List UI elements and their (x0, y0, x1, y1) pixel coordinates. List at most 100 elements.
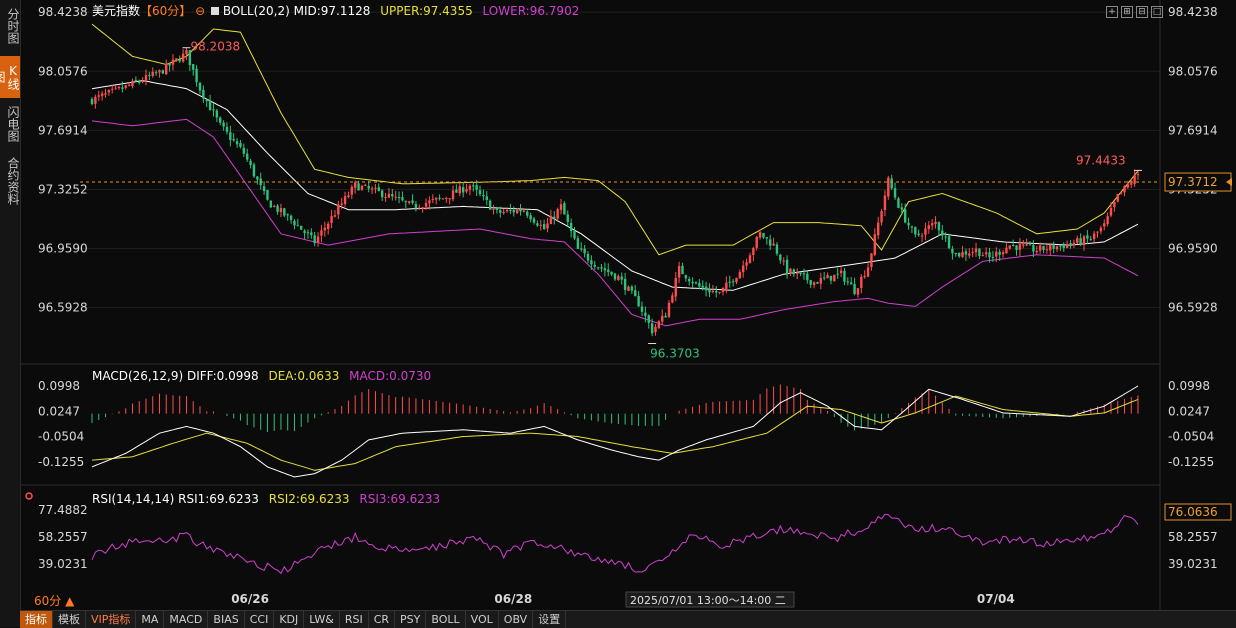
candle-body (546, 223, 549, 229)
zoom-out-icon[interactable]: ⊟ (1136, 6, 1148, 18)
toolbar-item-12[interactable]: BOLL (426, 611, 466, 628)
candle-body (876, 222, 880, 236)
candle-body (1099, 227, 1103, 232)
period-badge[interactable]: 【60分】 (140, 4, 191, 18)
toolbar-item-7[interactable]: KDJ (274, 611, 305, 628)
candle-body (1116, 193, 1119, 202)
candle-body (806, 273, 809, 281)
candle-body (711, 290, 715, 293)
candle-body (148, 75, 151, 77)
candle-body (475, 185, 478, 190)
crosshair-icon[interactable]: + (1106, 6, 1118, 18)
candle-body (458, 186, 461, 194)
candle-body (215, 110, 219, 118)
candle-body (944, 236, 947, 238)
toolbar-item-6[interactable]: CCI (245, 611, 275, 628)
candle-body (519, 209, 522, 212)
toolbar-item-15[interactable]: 设置 (533, 611, 567, 628)
candle-body (488, 200, 492, 210)
candle-body (107, 90, 111, 93)
candle-body (839, 270, 843, 274)
sidebar-tab-3[interactable]: 合约资料 (0, 150, 20, 212)
candle-body (833, 274, 836, 282)
boll-label: BOLL(20,2) (222, 4, 290, 18)
candle-body (377, 187, 381, 191)
candle-body (154, 72, 158, 74)
candle-body (708, 289, 711, 293)
time-axis-label: 07/04 (977, 592, 1015, 606)
toolbar-item-4[interactable]: MACD (164, 611, 209, 628)
candle-body (401, 197, 404, 201)
toolbar-item-8[interactable]: LW& (304, 611, 340, 628)
toolbar-item-14[interactable]: OBV (499, 611, 534, 628)
candle-body (256, 176, 259, 180)
sidebar-tab-2[interactable]: 闪电图 (0, 100, 20, 148)
sidebar-tab-1[interactable]: K线图 (0, 56, 20, 98)
candle-body (1069, 243, 1072, 245)
candle-body (472, 185, 475, 187)
price-axis-right-label: 97.6914 (1168, 123, 1218, 137)
candle-body (779, 254, 782, 261)
candle-body (1072, 242, 1076, 246)
candle-body (485, 196, 488, 201)
candle-body (849, 282, 853, 285)
candle-body (684, 275, 688, 279)
rsi-current-label: 76.0636 (1168, 505, 1218, 519)
candle-body (920, 235, 924, 237)
candle-body (644, 312, 647, 316)
price-axis-right-label: 96.5928 (1168, 301, 1218, 315)
candle-body (903, 209, 907, 223)
candle-body (796, 272, 799, 274)
fullscreen-icon[interactable]: □ (1151, 6, 1163, 18)
candle-body (468, 185, 472, 190)
candle-body (559, 204, 563, 210)
price-chart[interactable]: 98.4238 98.4238 98.0576 98.0576 97.6914 97.69… (20, 0, 1236, 610)
candle-body (1123, 186, 1126, 193)
current-price-label: 97.3712 (1168, 175, 1218, 189)
candle-body (313, 235, 316, 244)
candle-body (90, 98, 94, 104)
toolbar-item-13[interactable]: VOL (466, 611, 499, 628)
candle-body (961, 252, 964, 257)
candle-body (502, 211, 505, 214)
candle-body (306, 232, 310, 234)
macd-axis-left-label: 0.0247 (38, 404, 80, 418)
rsi-axis-right-label: 58.2557 (1168, 530, 1218, 544)
toolbar-item-3[interactable]: MA (136, 611, 165, 628)
candle-body (637, 295, 640, 307)
candle-body (522, 210, 526, 212)
candle-body (445, 197, 448, 199)
candle-body (212, 109, 215, 111)
price-axis-right-label: 98.0576 (1168, 64, 1218, 78)
candle-body (1005, 247, 1008, 254)
toolbar-item-11[interactable]: PSY (395, 611, 427, 628)
sidebar-tab-0[interactable]: 分时图 (0, 2, 20, 50)
candle-body (799, 272, 802, 274)
macd-axis-left-label: -0.1255 (38, 455, 84, 469)
candle-body (681, 265, 684, 275)
toolbar-item-0[interactable]: 指标 (20, 611, 53, 628)
toolbar-item-2[interactable]: VIP指标 (86, 611, 137, 628)
candle-body (111, 88, 114, 90)
candle-body (988, 252, 991, 258)
macd-header: MACD(26,12,9) DIFF:0.0998 DEA:0.0633 MAC… (92, 369, 431, 383)
candle-body (1113, 201, 1116, 208)
candle-body (239, 143, 242, 148)
toolbar-item-1[interactable]: 模板 (53, 611, 86, 628)
dea-line (91, 395, 1139, 471)
candle-body (853, 284, 856, 295)
rsi-axis-left-label: 77.4882 (38, 503, 88, 517)
toolbar-item-5[interactable]: BIAS (208, 611, 245, 628)
toolbar-item-10[interactable]: CR (369, 611, 396, 628)
settings-icon[interactable]: ⊖ (195, 4, 205, 18)
zoom-in-icon[interactable]: ⊞ (1121, 6, 1133, 18)
candle-body (900, 207, 904, 210)
candle-body (991, 256, 995, 258)
candle-body (823, 277, 826, 279)
toolbar-item-9[interactable]: RSI (340, 611, 369, 628)
candle-body (492, 208, 495, 210)
candle-body (549, 216, 553, 224)
candle-body (1011, 244, 1015, 246)
candle-body (596, 267, 600, 269)
candle-body (971, 251, 974, 253)
